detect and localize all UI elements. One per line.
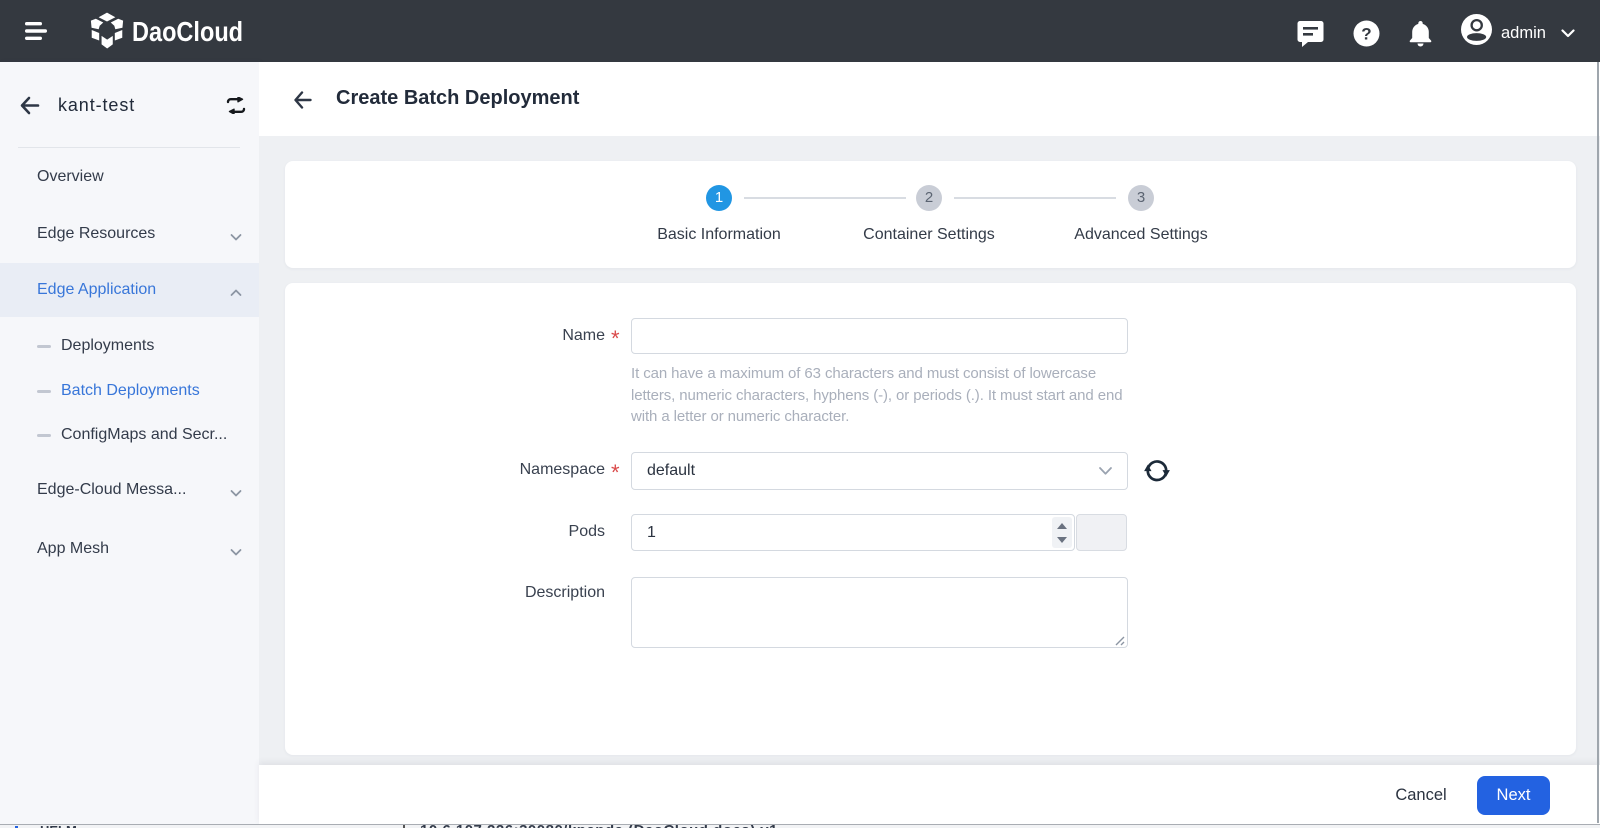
svg-text:?: ? (1361, 25, 1371, 44)
